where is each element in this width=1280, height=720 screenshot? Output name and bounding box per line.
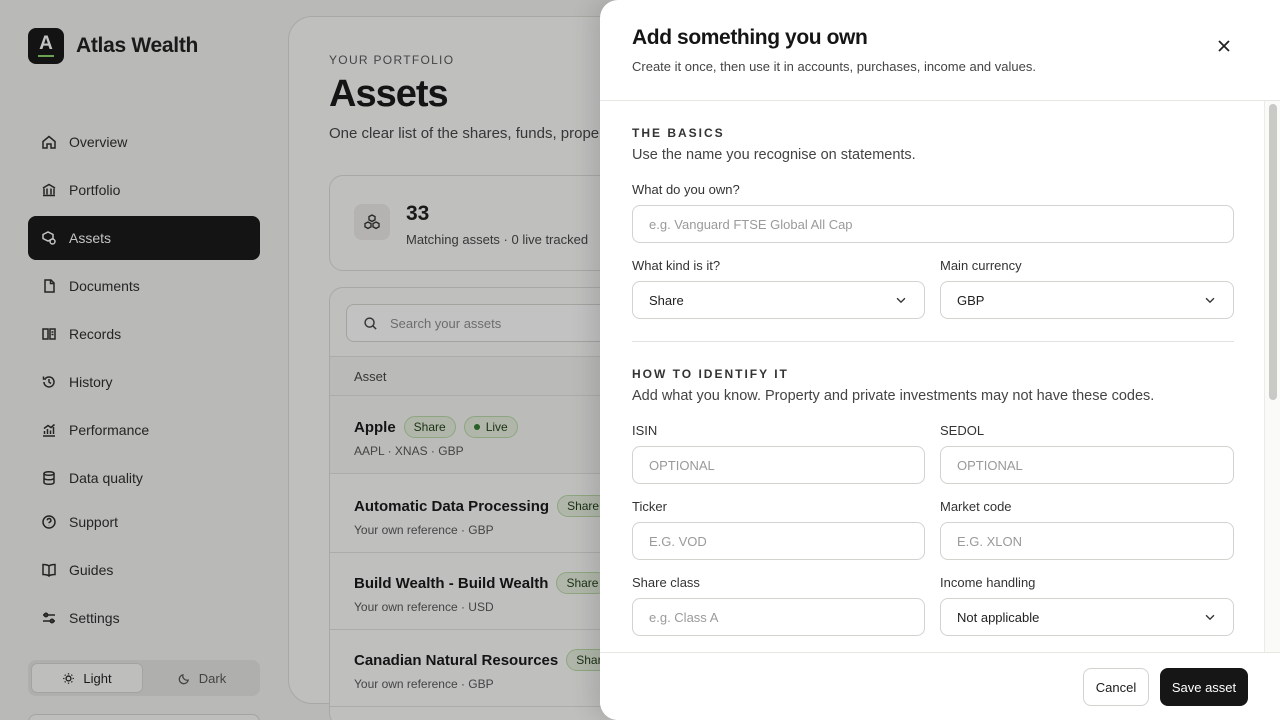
basics-description: Use the name you recognise on statements…: [632, 147, 916, 163]
close-button[interactable]: [1212, 34, 1236, 58]
currency-select[interactable]: GBP: [940, 281, 1234, 319]
currency-select-value: GBP: [957, 292, 985, 308]
basics-eyebrow: THE BASICS: [632, 126, 725, 140]
scrollbar-thumb[interactable]: [1269, 104, 1277, 400]
add-asset-drawer: Add something you own Create it once, th…: [600, 0, 1280, 720]
drawer-subtitle: Create it once, then use it in accounts,…: [632, 59, 1036, 74]
identify-description: Add what you know. Property and private …: [632, 388, 1155, 404]
market-code-input[interactable]: [940, 522, 1234, 560]
ticker-label: Ticker: [632, 499, 667, 514]
kind-select-value: Share: [649, 292, 684, 308]
income-handling-label: Income handling: [940, 575, 1036, 590]
income-handling-select[interactable]: Not applicable: [940, 598, 1234, 636]
save-asset-button[interactable]: Save asset: [1160, 668, 1248, 706]
isin-input[interactable]: [632, 446, 925, 484]
chevron-down-icon: [1205, 614, 1215, 621]
drawer-footer: Cancel Save asset: [600, 652, 1280, 720]
drawer-body: THE BASICS Use the name you recognise on…: [600, 101, 1280, 652]
chevron-down-icon: [896, 297, 906, 304]
share-class-label: Share class: [632, 575, 700, 590]
chevron-down-icon: [1205, 297, 1215, 304]
section-divider: [632, 341, 1234, 342]
cancel-button[interactable]: Cancel: [1083, 668, 1149, 706]
drawer-title: Add something you own: [632, 26, 868, 49]
income-handling-value: Not applicable: [957, 609, 1040, 625]
scrollbar[interactable]: [1264, 101, 1280, 652]
sedol-input[interactable]: [940, 446, 1234, 484]
market-code-label: Market code: [940, 499, 1012, 514]
sedol-label: SEDOL: [940, 423, 985, 438]
isin-label: ISIN: [632, 423, 658, 438]
asset-name-input[interactable]: [632, 205, 1234, 243]
identify-eyebrow: HOW TO IDENTIFY IT: [632, 367, 789, 381]
kind-label: What kind is it?: [632, 258, 721, 273]
close-icon: [1218, 40, 1230, 52]
currency-label: Main currency: [940, 258, 1022, 273]
drawer-header: Add something you own Create it once, th…: [600, 0, 1280, 101]
share-class-input[interactable]: [632, 598, 925, 636]
name-label: What do you own?: [632, 182, 740, 197]
ticker-input[interactable]: [632, 522, 925, 560]
kind-select[interactable]: Share: [632, 281, 925, 319]
